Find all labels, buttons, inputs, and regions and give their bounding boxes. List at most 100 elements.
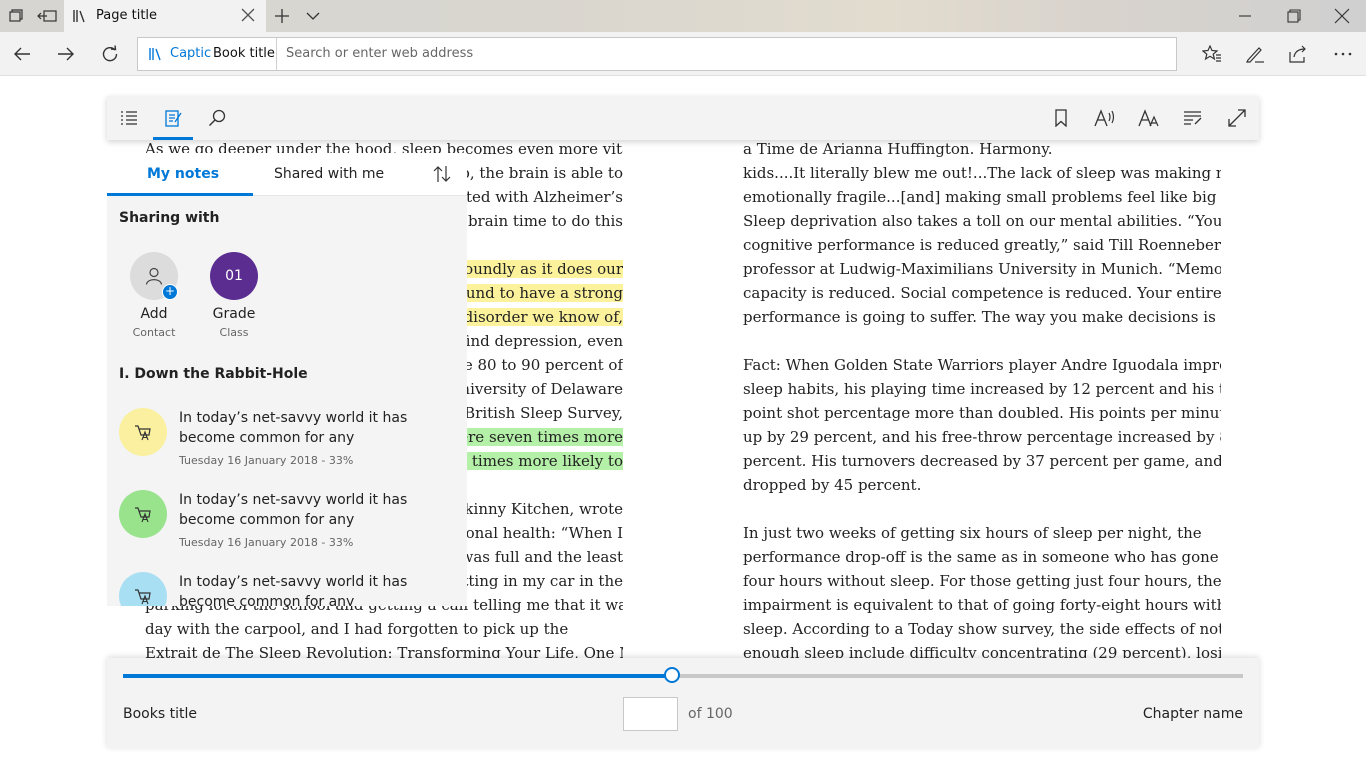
search-icon[interactable] <box>195 96 239 140</box>
text-line: a Time de Arianna Huffington. Harmony. <box>743 137 1221 161</box>
sort-icon[interactable] <box>433 165 451 187</box>
favorites-hub-icon[interactable] <box>1201 43 1223 65</box>
sharing-title: Sharing with <box>119 210 220 226</box>
text-line: four hours without sleep. For those gett… <box>743 569 1221 593</box>
progress-thumb[interactable] <box>663 667 680 683</box>
notes-panel: My notes Shared with me Sharing with + A… <box>107 153 467 606</box>
progress-bar: Books title of 100 Chapter name <box>107 658 1259 748</box>
text-span: e brain time to do this <box>454 212 623 230</box>
person-icon <box>145 267 163 285</box>
tab-my-notes-label: My notes <box>147 166 220 182</box>
address-book-title: Book title <box>213 46 275 61</box>
text-line: kids....It literally blew me out!...The … <box>743 161 1221 185</box>
text-line: point shot percentage more than doubled.… <box>743 401 1221 425</box>
highlight-icon <box>119 490 167 538</box>
notes-tabs: My notes Shared with me <box>107 153 467 196</box>
text-span: ound to have a strong <box>456 284 623 302</box>
close-tab-icon[interactable] <box>240 7 256 27</box>
text-span: Sleep deprivation also takes a toll on o… <box>743 212 1221 230</box>
class-avatar: 01 <box>210 252 258 300</box>
text-line: Fact: When Golden State Warriors player … <box>743 353 1221 377</box>
more-icon[interactable] <box>1332 43 1354 65</box>
pen-icon[interactable] <box>1244 43 1266 65</box>
address-prefix: Captic <box>170 46 212 61</box>
title-bar: Page title <box>0 0 1366 32</box>
text-span: capacity is reduced. Social competence i… <box>743 284 1221 302</box>
text-span: In just two weeks of getting six hours o… <box>743 524 1202 542</box>
tab-my-notes[interactable]: My notes <box>107 153 253 196</box>
notes-icon[interactable] <box>151 96 195 140</box>
text-line: professor at Ludwig-Maximilians Universi… <box>743 257 1221 281</box>
chevron-down-icon[interactable] <box>304 7 322 25</box>
note-item[interactable]: In today’s net-savvy world it has become… <box>119 490 459 564</box>
text-span: cognitive performance is reduced greatly… <box>743 236 1221 254</box>
url-field[interactable]: Captic Book title Search or enter web ad… <box>137 37 1177 71</box>
text-span: impairment is equivalent to that of goin… <box>743 596 1221 614</box>
progress-track[interactable] <box>123 667 1243 683</box>
new-tab-icon[interactable] <box>273 7 291 25</box>
page-number-input[interactable] <box>623 697 678 731</box>
back-icon[interactable] <box>11 43 33 65</box>
text-line: dropped by 45 percent. <box>743 473 1221 497</box>
text-span: point shot percentage more than doubled.… <box>743 404 1221 422</box>
note-date: Tuesday 16 January 2018 - 33% <box>179 536 354 549</box>
add-contact-button[interactable]: + Add Contact <box>129 252 179 342</box>
refresh-icon[interactable] <box>99 43 121 65</box>
tab-manager-icon[interactable] <box>7 7 25 25</box>
text-span: kids....It literally blew me out!...The … <box>743 164 1221 182</box>
note-text: In today’s net-savvy world it has become… <box>179 574 408 606</box>
tab-shared-with-me[interactable]: Shared with me <box>253 153 403 196</box>
tab-indicator <box>107 193 253 196</box>
text-line <box>743 329 1221 353</box>
bookmark-icon[interactable] <box>1039 96 1083 140</box>
text-span: face 80 to 90 percent of <box>440 356 623 374</box>
text-line: cognitive performance is reduced greatly… <box>743 233 1221 257</box>
text-span: up by 29 percent, and his free-throw per… <box>743 428 1221 446</box>
share-icon[interactable] <box>1288 43 1310 65</box>
text-span: five times more likely to <box>439 452 623 470</box>
text-span: Skinny Kitchen, wrote <box>454 500 623 518</box>
text-span: sleep. According to a Today show survey,… <box>743 620 1221 638</box>
text-line: impairment is equivalent to that of goin… <box>743 593 1221 617</box>
search-input[interactable]: Search or enter web address <box>286 46 473 61</box>
grammar-tools-icon[interactable] <box>1171 96 1215 140</box>
fullscreen-icon[interactable] <box>1215 96 1259 140</box>
text-span: n disorder we know of, <box>449 308 623 326</box>
restore-icon[interactable] <box>1285 7 1303 25</box>
address-divider <box>276 38 277 70</box>
close-window-icon[interactable] <box>1333 7 1351 25</box>
book-icon <box>148 46 164 66</box>
text-line: capacity is reduced. Social competence i… <box>743 281 1221 305</box>
class-title: Grade <box>212 306 256 322</box>
text-line <box>743 497 1221 521</box>
note-text: In today’s net-savvy world it has become… <box>179 492 408 528</box>
text-line: performance drop-off is the same as in s… <box>743 545 1221 569</box>
table-of-contents-icon[interactable] <box>107 96 151 140</box>
text-span: British Sleep Survey, <box>464 404 623 422</box>
note-item[interactable]: In today’s net-savvy world it has become… <box>119 408 459 482</box>
minimize-icon[interactable] <box>1236 7 1254 25</box>
text-line: up by 29 percent, and his free-throw per… <box>743 425 1221 449</box>
class-subtitle: Class <box>219 326 249 339</box>
set-aside-tabs-icon[interactable] <box>36 7 58 25</box>
text-span: emotionally fragile...[and] making small… <box>743 188 1221 206</box>
page-total: of 100 <box>688 706 733 722</box>
highlight-icon <box>119 408 167 456</box>
progress-fill <box>123 674 672 678</box>
read-aloud-icon[interactable] <box>1083 96 1127 140</box>
text-span: find depression, even <box>460 332 623 350</box>
text-options-icon[interactable] <box>1127 96 1171 140</box>
text-span: Fact: When Golden State Warriors player … <box>743 356 1221 374</box>
text-line: percent. His turnovers decreased by 37 p… <box>743 449 1221 473</box>
text-span: dropped by 45 percent. <box>743 476 922 494</box>
tab-active[interactable]: Page title <box>64 0 266 32</box>
grade-class-button[interactable]: 01 Grade Class <box>209 252 259 342</box>
forward-icon[interactable] <box>55 43 77 65</box>
tab-title: Page title <box>96 8 158 23</box>
note-text: In today’s net-savvy world it has become… <box>179 410 408 446</box>
text-span: ciated with Alzheimer’s <box>443 188 623 206</box>
text-line: sleep habits, his playing time increased… <box>743 377 1221 401</box>
note-item[interactable]: In today’s net-savvy world it has become… <box>119 572 459 606</box>
text-span: otional health: “When I <box>445 524 623 542</box>
text-span: eep, the brain is able to <box>442 164 623 182</box>
